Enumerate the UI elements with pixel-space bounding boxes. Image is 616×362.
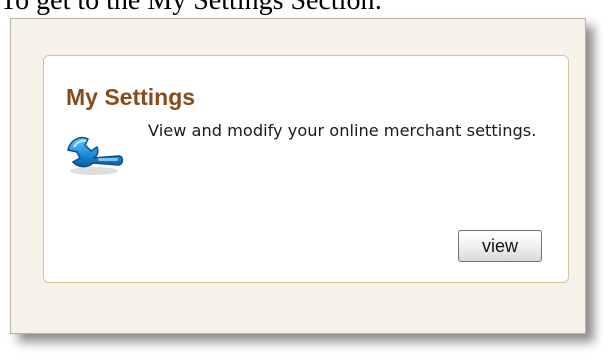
view-button[interactable]: view <box>458 230 542 262</box>
card-description: View and modify your online merchant set… <box>148 121 537 140</box>
screenshot-stage: To get to the My Settings Section: My Se… <box>0 0 616 362</box>
wrench-icon <box>64 130 126 176</box>
card-title: My Settings <box>66 84 196 110</box>
settings-panel: My Settings View and modify your online … <box>10 18 586 334</box>
caption-text: To get to the My Settings Section: <box>0 0 383 16</box>
my-settings-card: My Settings View and modify your online … <box>43 55 569 283</box>
page-caption: To get to the My Settings Section: <box>0 0 616 16</box>
